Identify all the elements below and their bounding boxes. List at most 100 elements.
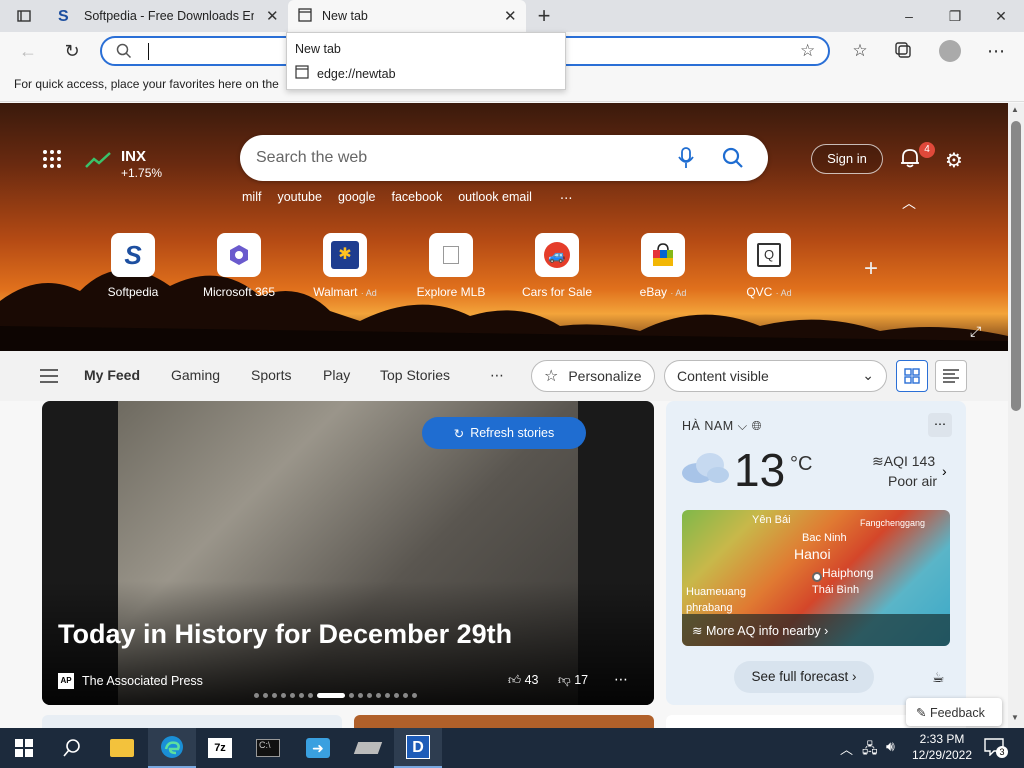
more-suggestions-icon[interactable]: ⋯ xyxy=(560,190,573,205)
search-input[interactable]: Search the web xyxy=(256,149,367,167)
quicklink-cars-for-sale[interactable]: 🚙 Cars for Sale xyxy=(512,233,602,299)
collapse-icon[interactable]: ︿ xyxy=(902,193,916,213)
edge-icon[interactable] xyxy=(148,728,196,768)
see-full-forecast-button[interactable]: See full forecast › xyxy=(734,661,874,693)
add-favorite-icon[interactable]: ☆ xyxy=(800,41,815,61)
collections-icon[interactable] xyxy=(888,35,920,67)
nav-more-icon[interactable]: ⋯ xyxy=(490,367,504,384)
search-icon[interactable] xyxy=(48,728,96,768)
nav-play[interactable]: Play xyxy=(323,367,350,383)
news-source[interactable]: The Associated Press xyxy=(82,674,203,688)
drive-icon[interactable] xyxy=(344,728,392,768)
weather-location[interactable]: HÀ NAM ⌵ 🌐︎ xyxy=(682,419,762,434)
dot[interactable] xyxy=(412,693,417,698)
tray-chevron-icon[interactable]: ︿ xyxy=(840,739,853,758)
dot[interactable] xyxy=(308,693,313,698)
nav-my-feed[interactable]: My Feed xyxy=(84,367,140,383)
refresh-stories-button[interactable]: ↻ Refresh stories xyxy=(422,417,586,449)
nav-gaming[interactable]: Gaming xyxy=(171,367,220,383)
aqi-value[interactable]: ≋AQI 143 xyxy=(872,453,935,470)
quicklink-qvc[interactable]: Q QVC · Ad xyxy=(724,233,814,299)
grid-view-icon[interactable] xyxy=(896,360,928,392)
dot[interactable] xyxy=(349,693,354,698)
news-card-peek[interactable] xyxy=(42,715,342,728)
dislike-button[interactable]: 👎︎ 17 xyxy=(558,673,588,688)
dot[interactable] xyxy=(385,693,390,698)
dot[interactable] xyxy=(263,693,268,698)
more-options-icon[interactable]: ⋯ xyxy=(614,671,628,688)
weather-map[interactable]: Yên Bái Bac Ninh Fangchenggang Hanoi Hai… xyxy=(682,510,950,646)
scroll-down-icon[interactable]: ▼ xyxy=(1011,713,1019,722)
add-shortcut-icon[interactable]: + xyxy=(864,255,878,283)
menu-icon[interactable] xyxy=(40,369,58,388)
personalize-button[interactable]: ☆ Personalize xyxy=(531,360,655,392)
tab-softpedia[interactable]: S Softpedia - Free Downloads Encyclopedi… xyxy=(48,0,286,32)
minimize-button[interactable]: – xyxy=(886,0,932,32)
file-explorer-icon[interactable] xyxy=(98,728,146,768)
like-button[interactable]: 👍︎ 43 xyxy=(508,673,538,688)
nav-sports[interactable]: Sports xyxy=(251,367,291,383)
dot[interactable] xyxy=(281,693,286,698)
more-aq-link[interactable]: ≋ More AQ info nearby › xyxy=(682,614,950,646)
notifications-icon[interactable]: 4 xyxy=(899,142,935,174)
scrollbar[interactable]: ▲ ▼ xyxy=(1008,103,1024,728)
quicklink-softpedia[interactable]: S Softpedia xyxy=(88,233,178,299)
profile-avatar[interactable] xyxy=(934,35,966,67)
close-tab-icon[interactable]: ✕ xyxy=(266,7,279,25)
dot[interactable] xyxy=(367,693,372,698)
tab-new-tab[interactable]: New tab ✕ xyxy=(288,0,526,32)
microphone-icon[interactable] xyxy=(678,147,694,174)
suggestion[interactable]: outlook email xyxy=(458,190,532,205)
quicklink-explore-mlb[interactable]: Explore MLB xyxy=(406,233,496,299)
expand-icon[interactable]: ⤢ xyxy=(970,323,981,340)
settings-icon[interactable]: ⚙ xyxy=(945,148,963,173)
search-icon[interactable] xyxy=(722,147,744,174)
weather-card[interactable]: HÀ NAM ⌵ 🌐︎ ⋯ 13 °C ≋AQI 143 Poor air › … xyxy=(666,401,966,705)
quicklink-walmart[interactable]: ✱ Walmart · Ad xyxy=(300,233,390,299)
app-arrow-icon[interactable]: ➜ xyxy=(294,728,342,768)
news-card-peek[interactable] xyxy=(354,715,654,728)
terminal-icon[interactable]: C:\ xyxy=(244,728,292,768)
dot[interactable] xyxy=(403,693,408,698)
quicklink-microsoft-365[interactable]: Microsoft 365 xyxy=(194,233,284,299)
more-options-icon[interactable]: ⋯ xyxy=(980,35,1012,67)
suggestion[interactable]: google xyxy=(338,190,376,205)
dot[interactable] xyxy=(272,693,277,698)
maximize-button[interactable]: ❐ xyxy=(932,0,978,32)
scroll-thumb[interactable] xyxy=(1011,121,1021,411)
close-tab-icon[interactable]: ✕ xyxy=(504,7,517,25)
dot[interactable] xyxy=(376,693,381,698)
refresh-icon[interactable]: ↻ xyxy=(56,35,88,67)
7zip-icon[interactable]: 7z xyxy=(196,728,244,768)
tab-actions-icon[interactable] xyxy=(8,0,40,32)
chevron-right-icon[interactable]: › xyxy=(942,463,947,479)
apps-grid-icon[interactable] xyxy=(42,149,62,174)
dot[interactable] xyxy=(394,693,399,698)
list-view-icon[interactable] xyxy=(935,360,967,392)
suggestion[interactable]: facebook xyxy=(391,190,442,205)
dropdown-item[interactable]: edge://newtab xyxy=(295,65,396,82)
new-tab-button[interactable]: + xyxy=(528,0,560,32)
sign-in-button[interactable]: Sign in xyxy=(811,144,883,174)
network-icon[interactable]: 🖧︎ xyxy=(862,738,878,762)
web-search-box[interactable]: Search the web xyxy=(240,135,768,181)
suggestion[interactable]: milf xyxy=(242,190,261,205)
dot[interactable] xyxy=(299,693,304,698)
dot[interactable] xyxy=(358,693,363,698)
close-button[interactable]: ✕ xyxy=(978,0,1024,32)
news-headline[interactable]: Today in History for December 29th xyxy=(58,619,512,650)
news-card[interactable]: ↻ Refresh stories Today in History for D… xyxy=(42,401,654,705)
quicklink-ebay[interactable]: eBay · Ad xyxy=(618,233,708,299)
back-icon[interactable]: ← xyxy=(12,35,44,67)
feedback-button[interactable]: ✎ Feedback xyxy=(906,698,1002,726)
clock[interactable]: 2:33 PM 12/29/2022 xyxy=(906,731,978,763)
scroll-up-icon[interactable]: ▲ xyxy=(1011,105,1019,114)
app-d-icon[interactable]: D xyxy=(394,728,442,768)
dot[interactable] xyxy=(254,693,259,698)
dot-active[interactable] xyxy=(317,693,345,698)
content-visible-select[interactable]: Content visible ⌄ xyxy=(664,360,887,392)
nav-top-stories[interactable]: Top Stories xyxy=(380,367,450,383)
notification-center-icon[interactable]: 3 xyxy=(984,738,1008,758)
suggestion[interactable]: youtube xyxy=(277,190,321,205)
favorites-icon[interactable]: ☆ xyxy=(844,35,876,67)
